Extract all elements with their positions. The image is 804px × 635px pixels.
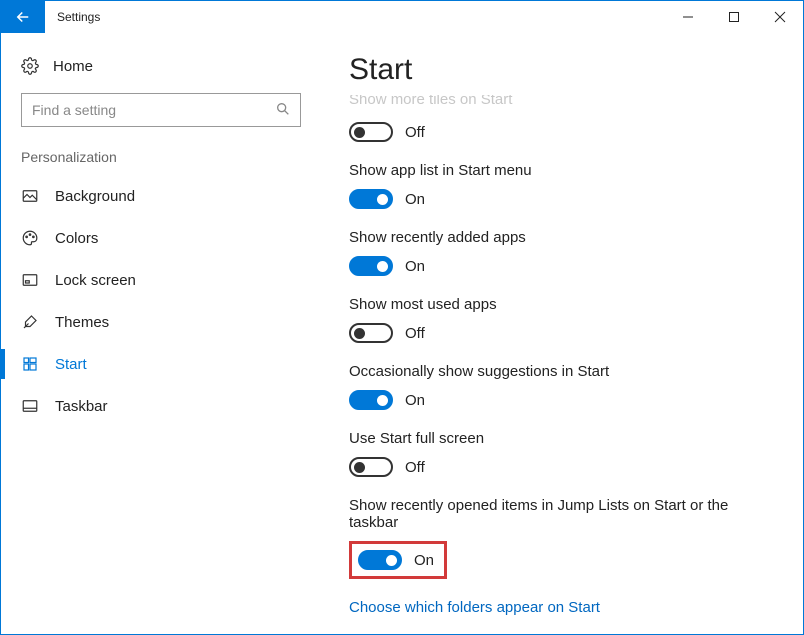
- sidebar-item-label: Lock screen: [55, 272, 136, 289]
- titlebar: Settings: [1, 1, 803, 33]
- toggle-state: On: [414, 552, 434, 569]
- setting-label: Use Start full screen: [349, 430, 763, 447]
- toggle-fullscreen[interactable]: [349, 457, 393, 477]
- search-input[interactable]: [21, 93, 301, 127]
- toggle-state: On: [405, 191, 425, 208]
- palette-icon: [21, 229, 39, 247]
- back-button[interactable]: [1, 1, 45, 33]
- page-title: Start: [349, 53, 763, 87]
- minimize-button[interactable]: [665, 1, 711, 33]
- toggle-state: Off: [405, 325, 425, 342]
- sidebar-item-themes[interactable]: Themes: [1, 301, 321, 343]
- sidebar-item-background[interactable]: Background: [1, 175, 321, 217]
- main-panel: Start Show more tiles on Start Off Show …: [321, 33, 803, 634]
- sidebar-item-label: Background: [55, 188, 135, 205]
- maximize-icon: [728, 11, 740, 23]
- close-button[interactable]: [757, 1, 803, 33]
- search-icon: [275, 101, 291, 122]
- sidebar-item-label: Colors: [55, 230, 98, 247]
- close-icon: [774, 11, 786, 23]
- setting-label: Show most used apps: [349, 296, 763, 313]
- start-icon: [21, 355, 39, 373]
- gear-icon: [21, 57, 39, 75]
- sidebar-item-label: Themes: [55, 314, 109, 331]
- sidebar-item-label: Taskbar: [55, 398, 108, 415]
- picture-icon: [21, 187, 39, 205]
- setting-most-used: Show most used apps Off: [349, 296, 763, 343]
- sidebar: Home Personalization Background Colors L…: [1, 33, 321, 634]
- setting-fullscreen: Use Start full screen Off: [349, 430, 763, 477]
- taskbar-icon: [21, 397, 39, 415]
- toggle-show-more-tiles[interactable]: [349, 122, 393, 142]
- setting-recently-added: Show recently added apps On: [349, 229, 763, 276]
- arrow-left-icon: [14, 8, 32, 26]
- sidebar-item-taskbar[interactable]: Taskbar: [1, 385, 321, 427]
- setting-jump-lists: Show recently opened items in Jump Lists…: [349, 497, 763, 579]
- lockscreen-icon: [21, 271, 39, 289]
- home-label: Home: [53, 58, 93, 75]
- toggle-state: Off: [405, 459, 425, 476]
- sidebar-item-lockscreen[interactable]: Lock screen: [1, 259, 321, 301]
- toggle-state: Off: [405, 124, 425, 141]
- setting-label: Show more tiles on Start: [349, 95, 763, 108]
- setting-label: Show app list in Start menu: [349, 162, 763, 179]
- setting-label: Show recently opened items in Jump Lists…: [349, 497, 763, 531]
- setting-show-more-tiles: Show more tiles on Start Off: [349, 95, 763, 142]
- highlighted-toggle: On: [349, 541, 447, 579]
- toggle-jump-lists[interactable]: [358, 550, 402, 570]
- window-title: Settings: [45, 1, 100, 33]
- toggle-recently-added[interactable]: [349, 256, 393, 276]
- toggle-most-used[interactable]: [349, 323, 393, 343]
- toggle-state: On: [405, 392, 425, 409]
- home-button[interactable]: Home: [1, 57, 321, 93]
- toggle-state: On: [405, 258, 425, 275]
- setting-app-list: Show app list in Start menu On: [349, 162, 763, 209]
- maximize-button[interactable]: [711, 1, 757, 33]
- sidebar-group-label: Personalization: [1, 149, 321, 175]
- sidebar-item-start[interactable]: Start: [1, 343, 321, 385]
- setting-suggestions: Occasionally show suggestions in Start O…: [349, 363, 763, 410]
- setting-label: Occasionally show suggestions in Start: [349, 363, 763, 380]
- choose-folders-link[interactable]: Choose which folders appear on Start: [349, 599, 763, 616]
- sidebar-item-label: Start: [55, 356, 87, 373]
- toggle-suggestions[interactable]: [349, 390, 393, 410]
- minimize-icon: [682, 11, 694, 23]
- setting-label: Show recently added apps: [349, 229, 763, 246]
- toggle-app-list[interactable]: [349, 189, 393, 209]
- sidebar-item-colors[interactable]: Colors: [1, 217, 321, 259]
- themes-icon: [21, 313, 39, 331]
